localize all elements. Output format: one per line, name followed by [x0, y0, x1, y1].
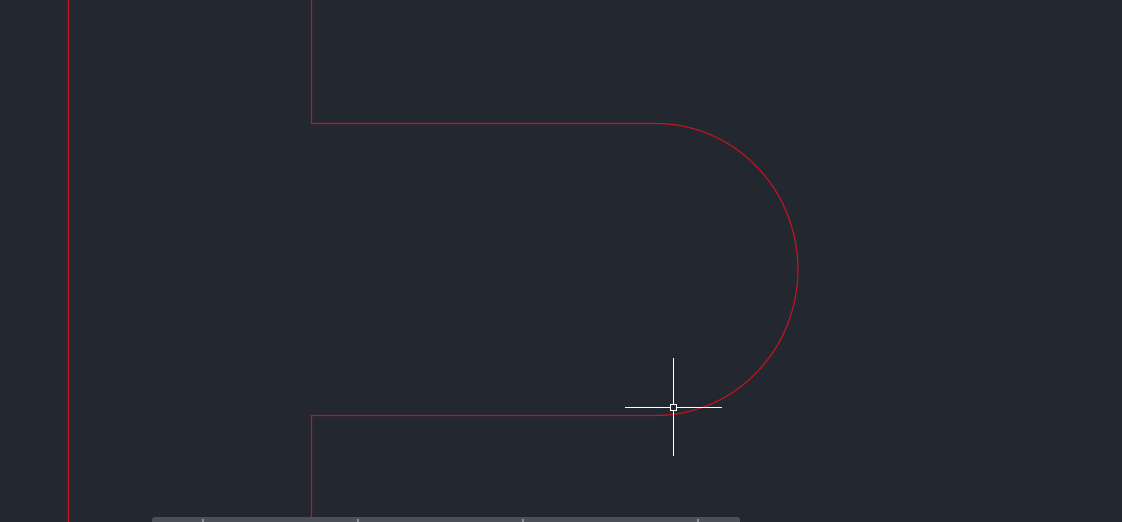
- drawing-canvas[interactable]: [0, 0, 1122, 522]
- drawing-viewport[interactable]: [0, 0, 1122, 522]
- slot-outline-polyline[interactable]: [310, 0, 799, 522]
- command-line-bar[interactable]: [152, 517, 740, 522]
